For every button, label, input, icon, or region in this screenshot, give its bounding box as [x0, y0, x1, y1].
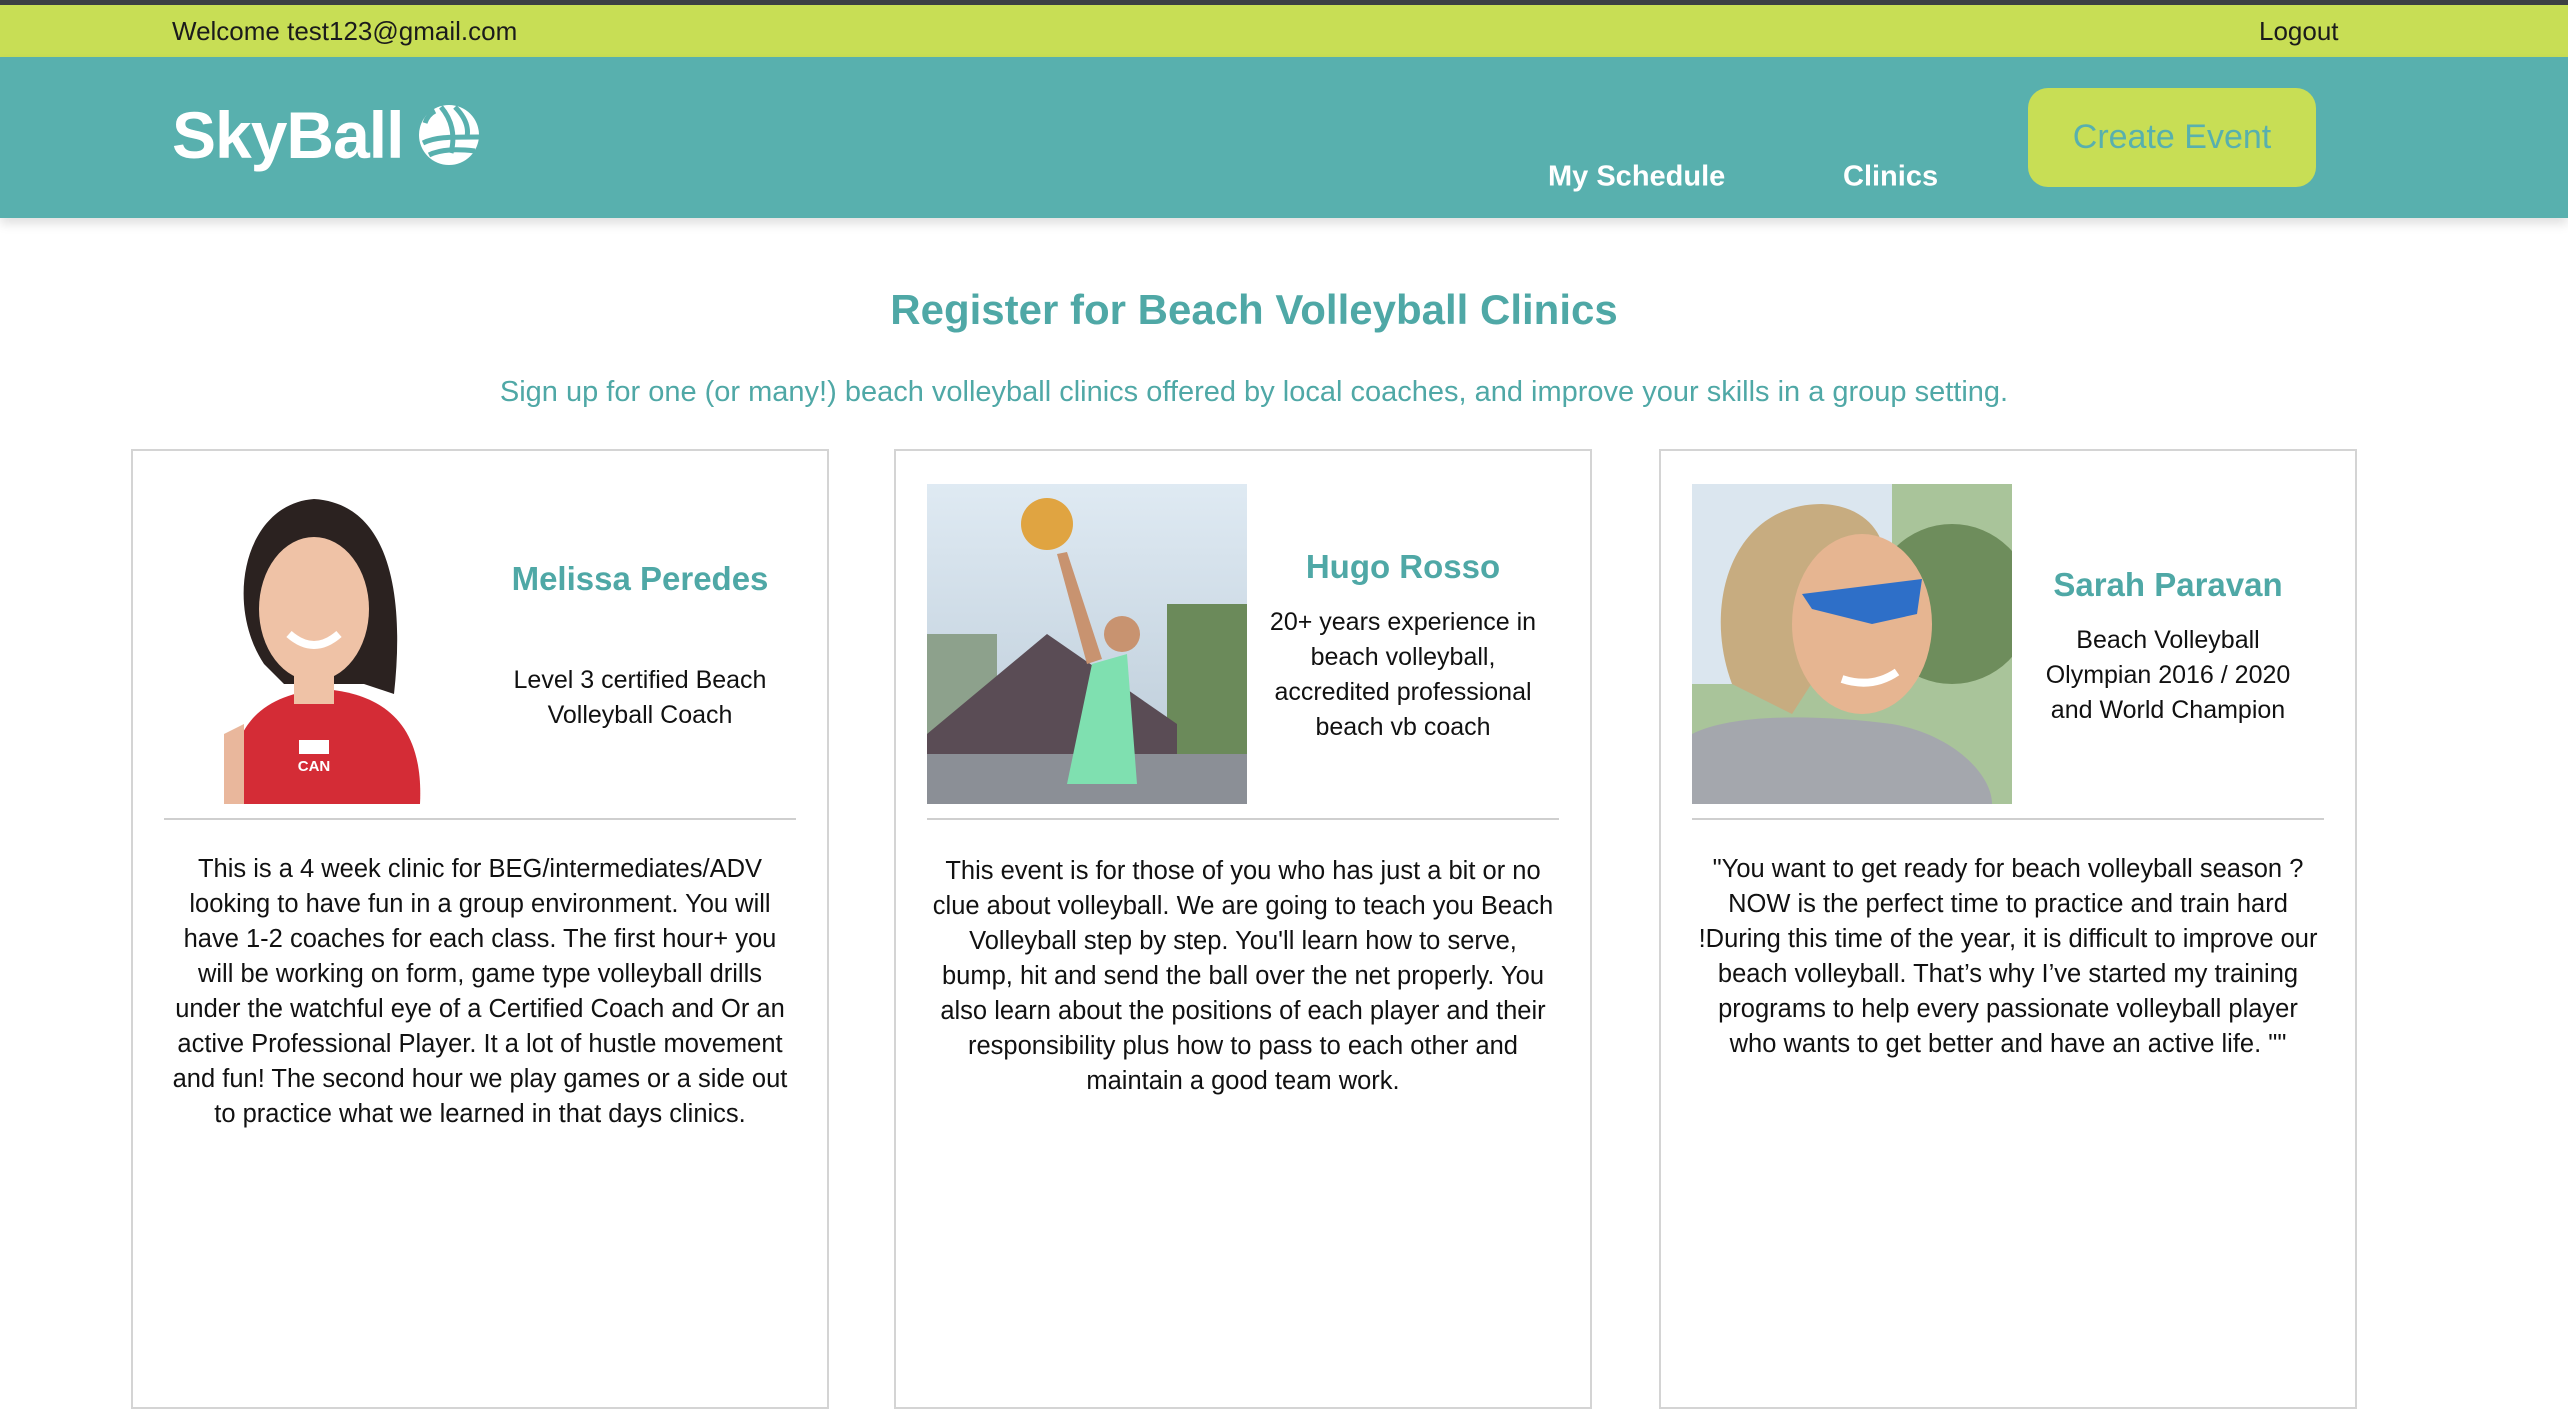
clinic-description: This event is for those of you who has j… — [932, 857, 1554, 1095]
coach-photo — [927, 484, 1247, 804]
coach-bio: Level 3 certified Beach Volleyball Coach — [513, 666, 767, 729]
coach-name: Melissa Peredes — [511, 560, 769, 597]
welcome-bar: Welcome test123@gmail.com Logout — [0, 5, 2568, 57]
clinic-card[interactable]: Sarah Paravan Beach Volleyball Olympian … — [1659, 449, 2357, 1409]
clinic-card[interactable]: CAN Melissa Peredes Level 3 certified Be… — [131, 449, 829, 1409]
coach-photo — [1692, 484, 2012, 804]
logo[interactable]: SkyBall — [172, 97, 481, 173]
nav-my-schedule[interactable]: My Schedule — [1548, 161, 1725, 194]
logout-link[interactable]: Logout — [2259, 16, 2339, 47]
welcome-text: Welcome test123@gmail.com — [172, 16, 518, 46]
divider — [1692, 818, 2324, 820]
coach-bio: Beach Volleyball Olympian 2016 / 2020 an… — [2045, 625, 2291, 724]
clinic-description: "You want to get ready for beach volleyb… — [1698, 855, 2318, 1058]
coach-bio: 20+ years experience in beach volleyball… — [1269, 608, 1537, 741]
shirt-text: CAN — [298, 758, 331, 775]
divider — [927, 818, 1559, 820]
header: SkyBall My Schedule Clinics Create Event — [0, 57, 2568, 218]
coach-photo: CAN — [164, 484, 484, 804]
clinic-description: This is a 4 week clinic for BEG/intermed… — [172, 855, 788, 1128]
page-subtitle: Sign up for one (or many!) beach volleyb… — [499, 376, 2009, 408]
logo-text: SkyBall — [172, 98, 404, 172]
nav-clinics[interactable]: Clinics — [1843, 161, 1938, 194]
clinic-card[interactable]: Hugo Rosso 20+ years experience in beach… — [894, 449, 1592, 1409]
volleyball-icon — [419, 105, 480, 165]
coach-name: Hugo Rosso — [1305, 548, 1501, 585]
divider — [164, 818, 796, 820]
flag-icon — [299, 740, 329, 754]
page-title: Register for Beach Volleyball Clinics — [890, 286, 1618, 333]
create-event-button[interactable]: Create Event — [2028, 88, 2316, 187]
coach-name: Sarah Paravan — [2053, 565, 2283, 603]
